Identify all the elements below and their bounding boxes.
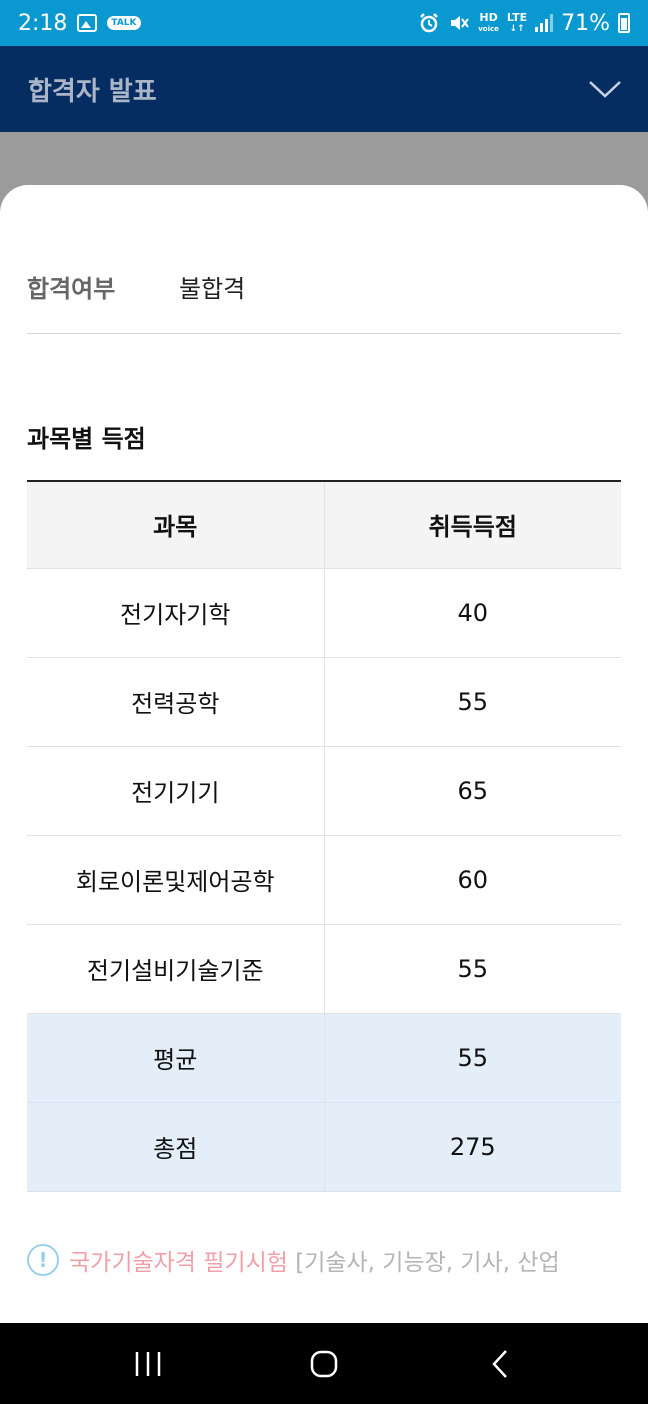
battery-icon — [618, 13, 630, 33]
status-bar: 2:18 TALK HD voice LTE ↓↑ 71% — [0, 0, 648, 46]
recent-apps-button[interactable] — [118, 1334, 178, 1394]
subject-cell: 전기자기학 — [27, 568, 325, 658]
bottom-sheet: 합격여부 불합격 과목별 득점 과목 취득득점 전기자기학 40 전력공학 55… — [0, 185, 648, 1323]
score-cell: 55 — [324, 924, 621, 1014]
kakaotalk-notification-icon: TALK — [107, 16, 141, 30]
average-label: 평균 — [27, 1013, 325, 1103]
total-row: 총점 275 — [27, 1102, 621, 1192]
home-button[interactable] — [294, 1334, 354, 1394]
divider — [27, 333, 621, 334]
subject-cell: 전기기기 — [27, 746, 325, 836]
table-row: 전기자기학 40 — [27, 568, 621, 658]
column-header-score: 취득득점 — [324, 481, 621, 569]
hd-label: HD — [479, 10, 498, 24]
table-row: 전기기기 65 — [27, 746, 621, 836]
mute-icon — [451, 16, 470, 30]
total-label: 총점 — [27, 1102, 325, 1192]
chevron-down-icon[interactable] — [588, 72, 622, 106]
signal-strength-icon — [535, 14, 554, 32]
table-row: 회로이론및제어공학 60 — [27, 835, 621, 925]
notice-rest: [기술사, 기능장, 기사, 산업 — [287, 1250, 560, 1276]
navigation-bar — [0, 1323, 648, 1404]
lte-icon: LTE ↓↑ — [506, 10, 528, 34]
recent-apps-icon — [135, 1351, 161, 1376]
average-value: 55 — [324, 1013, 621, 1103]
hd-voice-icon: HD voice — [478, 10, 499, 34]
notice-text: 국가기술자격 필기시험 [기술사, 기능장, 기사, 산업 — [69, 1243, 560, 1277]
lte-label: LTE — [506, 10, 528, 24]
total-value: 275 — [324, 1102, 621, 1192]
score-cell: 55 — [324, 657, 621, 747]
home-icon — [310, 1350, 338, 1377]
notice: ! 국가기술자격 필기시험 [기술사, 기능장, 기사, 산업 — [27, 1243, 621, 1277]
average-row: 평균 55 — [27, 1013, 621, 1103]
info-icon: ! — [27, 1244, 59, 1276]
subject-cell: 전기설비기술기준 — [27, 924, 325, 1014]
alarm-icon — [420, 13, 439, 33]
app-header: 합격자 발표 — [0, 46, 648, 132]
section-title: 과목별 득점 — [27, 425, 146, 453]
score-cell: 40 — [324, 568, 621, 658]
page-title: 합격자 발표 — [28, 76, 157, 107]
table-row: 전기설비기술기준 55 — [27, 924, 621, 1014]
subject-cell: 전력공학 — [27, 657, 325, 747]
score-cell: 60 — [324, 835, 621, 925]
battery-percentage: 71% — [561, 10, 610, 36]
voice-label: voice — [478, 24, 499, 33]
table-header-row: 과목 취득득점 — [27, 481, 621, 569]
gallery-notification-icon — [77, 14, 98, 32]
subject-cell: 회로이론및제어공학 — [27, 835, 325, 925]
table-row: 전력공학 55 — [27, 657, 621, 747]
back-button[interactable] — [470, 1334, 530, 1394]
pass-status-row: 합격여부 불합격 — [27, 269, 621, 304]
score-table: 과목 취득득점 전기자기학 40 전력공학 55 전기기기 65 회로이론및제어… — [27, 480, 621, 1192]
pass-status-value: 불합격 — [179, 275, 246, 303]
score-cell: 65 — [324, 746, 621, 836]
column-header-subject: 과목 — [27, 481, 325, 569]
back-icon — [492, 1349, 507, 1378]
notice-highlight: 국가기술자격 필기시험 — [69, 1250, 288, 1276]
pass-status-label: 합격여부 — [27, 275, 116, 303]
clock: 2:18 — [18, 10, 68, 36]
